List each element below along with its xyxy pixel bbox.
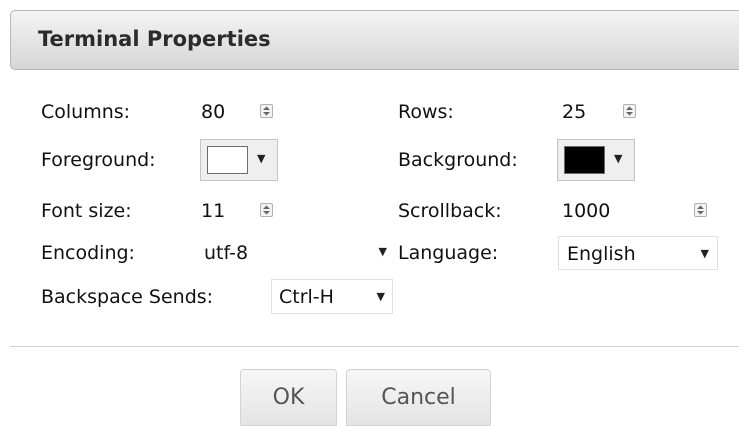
spin-arrows-icon[interactable] — [260, 203, 273, 217]
encoding-label: Encoding: — [41, 242, 135, 264]
rows-value[interactable]: 25 — [562, 98, 586, 126]
foreground-swatch — [207, 146, 248, 174]
background-swatch — [564, 146, 605, 174]
chevron-down-icon[interactable]: ▼ — [701, 240, 709, 268]
backspace-sends-label: Backspace Sends: — [41, 286, 214, 308]
language-label: Language: — [398, 242, 499, 264]
encoding-select[interactable]: utf-8 ▼ — [196, 238, 392, 268]
encoding-value: utf-8 — [204, 242, 249, 264]
dialog-titlebar[interactable]: Terminal Properties — [10, 10, 739, 70]
foreground-color-picker[interactable]: ▼ — [200, 139, 278, 181]
font-size-value[interactable]: 11 — [201, 197, 225, 225]
button-divider — [10, 346, 739, 347]
dialog-title: Terminal Properties — [38, 27, 271, 51]
background-color-picker[interactable]: ▼ — [557, 139, 635, 181]
chevron-down-icon[interactable]: ▼ — [257, 152, 265, 165]
columns-label: Columns: — [41, 101, 131, 123]
rows-label: Rows: — [398, 101, 454, 123]
language-value: English — [567, 243, 636, 265]
backspace-sends-value: Ctrl-H — [279, 286, 334, 308]
scrollback-label: Scrollback: — [398, 200, 502, 222]
foreground-label: Foreground: — [41, 149, 156, 171]
font-size-label: Font size: — [41, 200, 132, 222]
columns-value[interactable]: 80 — [201, 98, 225, 126]
language-select[interactable]: English ▼ — [558, 236, 718, 270]
chevron-down-icon[interactable]: ▼ — [614, 152, 622, 165]
spin-arrows-icon[interactable] — [623, 104, 636, 118]
chevron-down-icon[interactable]: ▼ — [377, 283, 385, 311]
rows-spinner[interactable]: 25 — [558, 97, 638, 127]
chevron-down-icon[interactable]: ▼ — [379, 238, 387, 266]
columns-spinner[interactable]: 80 — [197, 97, 275, 127]
terminal-properties-dialog: Terminal Properties Columns: 80 Rows: 25… — [0, 0, 739, 426]
backspace-sends-select[interactable]: Ctrl-H ▼ — [271, 279, 393, 314]
spin-arrows-icon[interactable] — [694, 203, 707, 217]
cancel-button[interactable]: Cancel — [346, 369, 491, 426]
scrollback-value[interactable]: 1000 — [562, 197, 610, 225]
scrollback-spinner[interactable]: 1000 — [558, 196, 712, 226]
ok-button[interactable]: OK — [240, 369, 337, 426]
font-size-spinner[interactable]: 11 — [197, 196, 275, 226]
background-label: Background: — [398, 149, 518, 171]
spin-arrows-icon[interactable] — [260, 104, 273, 118]
